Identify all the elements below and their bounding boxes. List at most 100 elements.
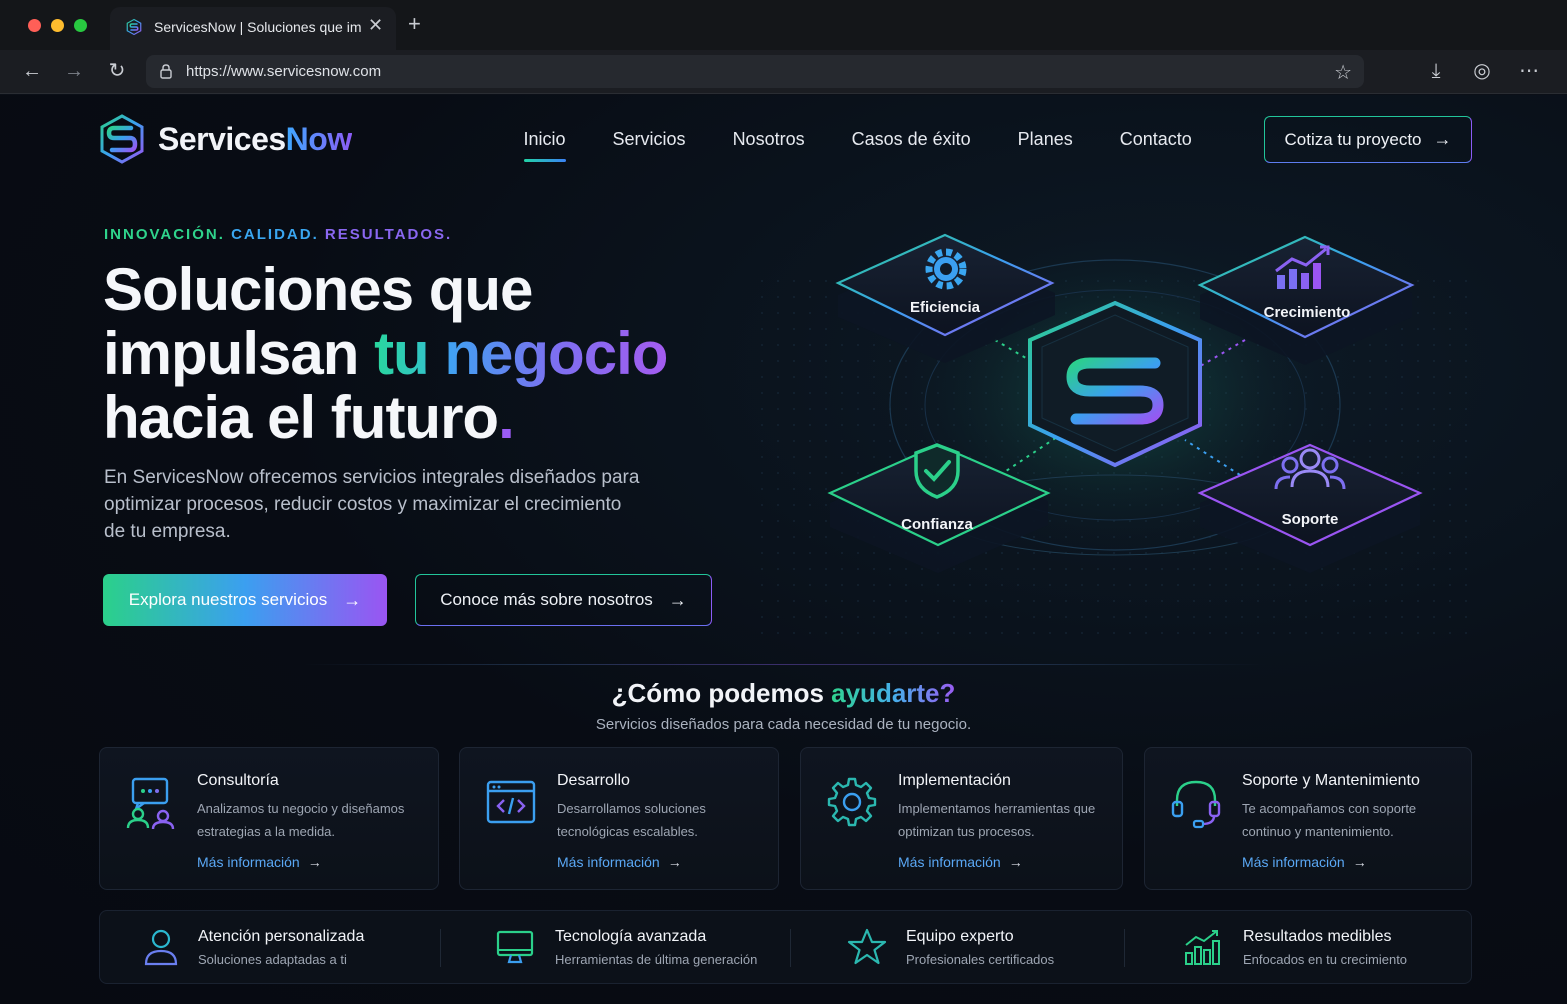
arrow-right-icon: → [1008, 854, 1023, 870]
eyebrow-word-2: CALIDAD. [231, 226, 319, 243]
service-card-consultoria[interactable]: Consultoría Analizamos tu negocio y dise… [99, 747, 439, 890]
consulting-icon [126, 777, 175, 830]
about-us-button[interactable]: Conoce más sobre nosotros → [415, 574, 712, 626]
headline-highlight-negocio: negocio [444, 320, 668, 387]
browser-toolbar: ← → ↻ https://www.servicesnow.com ☆ ⤓ ◎ … [0, 50, 1567, 94]
logo-text-part1: Services [158, 120, 286, 157]
close-window-button[interactable] [28, 19, 41, 32]
gear-icon [827, 777, 877, 827]
more-info-link[interactable]: Más información → [557, 854, 682, 870]
feature-description: Enfocados en tu crecimiento [1243, 952, 1408, 967]
feature-title: Tecnología avanzada [555, 928, 707, 945]
code-window-icon [486, 780, 536, 824]
service-card-soporte[interactable]: Soporte y Mantenimiento Te acompañamos c… [1144, 747, 1472, 890]
url-text[interactable]: https://www.servicesnow.com [186, 63, 381, 80]
tab-title: ServicesNow | Soluciones que impulsan [154, 19, 362, 35]
browser-chrome: ServicesNow | Soluciones que impulsan ✕ … [0, 0, 1567, 94]
profile-icon[interactable]: ◎ [1469, 58, 1495, 84]
services-section-title: ¿Cómo podemos ayudarte? [0, 678, 1567, 709]
reload-icon[interactable]: ↻ [104, 58, 130, 84]
eyebrow-word-3: RESULTADOS. [324, 226, 453, 243]
more-info-label: Más información [1242, 854, 1345, 870]
site-logo[interactable]: ServicesNow [98, 113, 352, 165]
nav-contacto[interactable]: Contacto [1120, 129, 1192, 150]
card-description: Te acompañamos con soporte continuo y ma… [1242, 801, 1417, 839]
hero-illustration: Eficiencia Crecimiento Confianza Soporte [760, 225, 1480, 635]
quote-project-label: Cotiza tu proyecto [1284, 129, 1422, 149]
headset-icon [1171, 780, 1221, 829]
feature-description: Soluciones adaptadas a ti [198, 952, 347, 967]
address-bar[interactable]: https://www.servicesnow.com ☆ [146, 55, 1364, 88]
quote-project-button[interactable]: Cotiza tu proyecto → [1264, 116, 1472, 163]
logo-s-icon [100, 114, 144, 164]
more-info-link[interactable]: Más información → [1242, 854, 1367, 870]
favicon-icon [126, 18, 142, 36]
feature-description: Herramientas de última generación [555, 952, 758, 967]
card-description: Analizamos tu negocio y diseñamos estrat… [197, 801, 405, 839]
feature-item: Equipo experto Profesionales certificado… [791, 911, 1124, 985]
lock-icon [160, 64, 172, 79]
forward-arrow-icon[interactable]: → [61, 58, 87, 84]
explore-services-button[interactable]: Explora nuestros servicios → [103, 574, 387, 626]
download-icon[interactable]: ⤓ [1423, 58, 1449, 84]
arrow-right-icon: → [667, 854, 682, 870]
about-us-label: Conoce más sobre nosotros [440, 590, 653, 609]
minimize-window-button[interactable] [51, 19, 64, 32]
card-title: Soporte y Mantenimiento [1242, 772, 1420, 789]
headline-plain: impulsan [103, 320, 375, 387]
tile-label-crecimiento: Crecimiento [1264, 304, 1351, 321]
services-section-subtitle: Servicios diseñados para cada necesidad … [595, 716, 972, 733]
nav-casos-de-exito[interactable]: Casos de éxito [852, 129, 971, 150]
more-info-link[interactable]: Más información → [197, 854, 322, 870]
user-icon [144, 929, 178, 966]
nav-nosotros[interactable]: Nosotros [733, 129, 805, 150]
hero-eyebrow: INNOVACIÓN. CALIDAD. RESULTADOS. [104, 226, 452, 243]
more-menu-icon[interactable]: ⋯ [1516, 58, 1542, 84]
tab-bar: ServicesNow | Soluciones que impulsan ✕ … [0, 0, 1567, 50]
nav-servicios[interactable]: Servicios [613, 129, 686, 150]
feature-title: Atención personalizada [198, 928, 365, 945]
headline-line-3: hacia el futuro. [103, 386, 667, 450]
logo-text-part2: Now [285, 120, 353, 157]
maximize-window-button[interactable] [74, 19, 87, 32]
headline-line-1: Soluciones que [103, 256, 533, 323]
arrow-right-icon: → [343, 589, 362, 610]
arrow-right-icon: → [668, 589, 687, 610]
arrow-right-icon: → [307, 854, 322, 870]
card-title: Implementación [898, 772, 1011, 789]
more-info-link[interactable]: Más información → [898, 854, 1023, 870]
more-info-label: Más información [197, 854, 300, 870]
headline-line-3-text: hacia el futuro [103, 384, 499, 451]
close-tab-icon[interactable]: ✕ [368, 15, 383, 36]
service-card-implementacion[interactable]: Implementación Implementamos herramienta… [800, 747, 1123, 890]
arrow-right-icon: → [1433, 129, 1452, 149]
card-description: Desarrollamos soluciones tecnológicas es… [557, 801, 706, 839]
new-tab-button[interactable]: + [408, 11, 421, 37]
back-arrow-icon[interactable]: ← [19, 58, 45, 84]
nav-inicio[interactable]: Inicio [523, 129, 566, 162]
main-navigation: Inicio Servicios Nosotros Casos de éxito… [500, 129, 1215, 162]
hero-lead-text: En ServicesNow ofrecemos servicios integ… [104, 467, 640, 542]
feature-item: Resultados medibles Enfocados en tu crec… [1125, 911, 1472, 985]
headline-period: . [498, 384, 515, 451]
headline-line-2: impulsan tu negocio [103, 320, 668, 387]
shield-check-icon [914, 443, 960, 499]
feature-item: Atención personalizada Soluciones adapta… [100, 911, 440, 985]
tile-label-soporte: Soporte [1282, 511, 1339, 528]
nav-planes[interactable]: Planes [1018, 129, 1073, 150]
service-card-desarrollo[interactable]: Desarrollo Desarrollamos soluciones tecn… [459, 747, 779, 890]
features-strip: Atención personalizada Soluciones adapta… [99, 910, 1472, 984]
hero-headline: Soluciones que impulsan tu negocio hacia… [103, 256, 668, 450]
monitor-icon [496, 930, 534, 964]
eyebrow-word-1: INNOVACIÓN. [104, 226, 225, 243]
feature-title: Resultados medibles [1243, 928, 1392, 945]
feature-item: Tecnología avanzada Herramientas de últi… [441, 911, 791, 985]
web-page: ServicesNow Inicio Servicios Nosotros Ca… [0, 95, 1567, 1004]
browser-tab[interactable]: ServicesNow | Soluciones que impulsan ✕ [110, 7, 396, 50]
logo-text: ServicesNow [158, 121, 352, 158]
more-info-label: Más información [557, 854, 660, 870]
section-divider [300, 664, 1267, 665]
bar-chart-icon [1185, 930, 1220, 965]
bookmark-star-icon[interactable]: ☆ [1334, 60, 1352, 85]
feature-description: Profesionales certificados [906, 952, 1055, 967]
